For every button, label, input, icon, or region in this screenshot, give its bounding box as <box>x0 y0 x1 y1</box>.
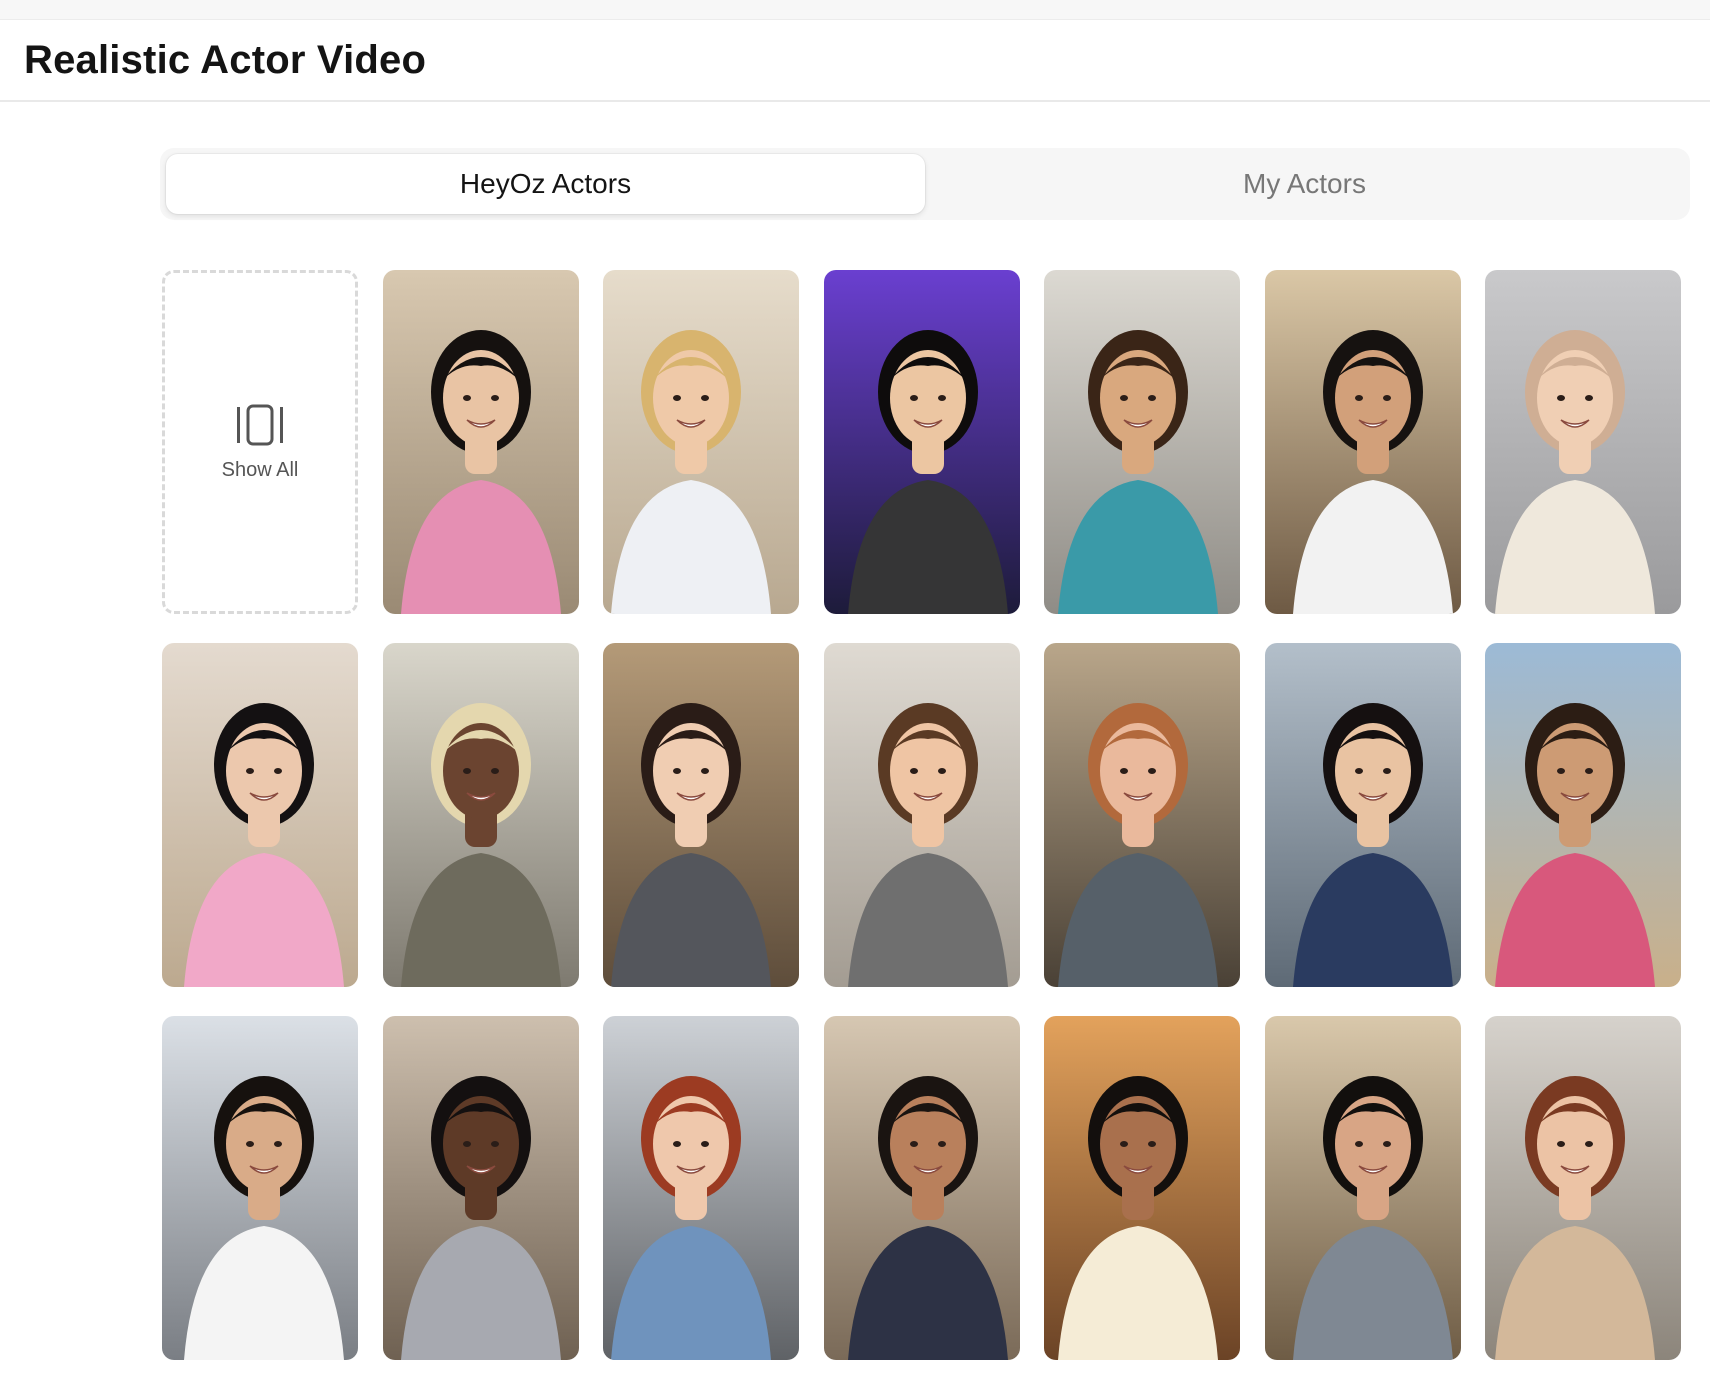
actor-tabs: HeyOz Actors My Actors <box>160 148 1690 220</box>
actor-card[interactable] <box>1044 643 1240 987</box>
show-all-button[interactable]: Show All <box>162 270 358 614</box>
page-title: Realistic Actor Video <box>24 37 427 82</box>
tab-heyoz-actors[interactable]: HeyOz Actors <box>166 154 925 214</box>
actor-card[interactable] <box>603 1016 799 1360</box>
actor-thumbnail <box>162 643 358 987</box>
actor-card[interactable] <box>162 643 358 987</box>
show-all-label: Show All <box>221 458 299 481</box>
actor-thumbnail <box>1264 643 1461 987</box>
actor-grid: Show All <box>162 270 1681 1360</box>
actor-card[interactable] <box>162 1016 358 1360</box>
actor-thumbnail <box>1264 1016 1461 1360</box>
actor-card[interactable] <box>1485 1016 1681 1360</box>
actor-thumbnail <box>1485 643 1681 987</box>
actor-card[interactable] <box>823 1016 1020 1360</box>
actor-thumbnail <box>162 1016 358 1360</box>
actor-card[interactable] <box>1044 1016 1240 1360</box>
actor-thumbnail <box>382 270 579 614</box>
actor-thumbnail <box>823 270 1020 614</box>
actor-card[interactable] <box>1485 643 1681 987</box>
actor-card[interactable] <box>1264 643 1461 987</box>
actor-card[interactable] <box>1264 270 1461 614</box>
page-header: Realistic Actor Video <box>0 20 1710 102</box>
actor-thumbnail <box>382 643 579 987</box>
actor-thumbnail <box>1264 270 1461 614</box>
top-strip <box>0 0 1710 20</box>
actor-thumbnail <box>1485 1016 1681 1360</box>
actor-thumbnail <box>382 1016 579 1360</box>
actor-thumbnail <box>603 643 799 987</box>
tab-my-actors[interactable]: My Actors <box>925 154 1684 214</box>
actor-thumbnail <box>603 1016 799 1360</box>
actor-thumbnail <box>823 1016 1020 1360</box>
carousel-icon <box>237 404 283 445</box>
actor-thumbnail <box>823 643 1020 987</box>
actor-card[interactable] <box>1264 1016 1461 1360</box>
actor-card[interactable] <box>603 270 799 614</box>
actor-card[interactable] <box>603 643 799 987</box>
actor-card[interactable] <box>823 270 1020 614</box>
actor-thumbnail <box>1044 1016 1240 1360</box>
actor-thumbnail <box>1044 643 1240 987</box>
actor-card[interactable] <box>823 643 1020 987</box>
actor-thumbnail <box>603 270 799 614</box>
actor-thumbnail <box>1485 270 1681 614</box>
actor-thumbnail <box>1044 270 1240 614</box>
actor-card[interactable] <box>382 643 579 987</box>
actor-card[interactable] <box>382 270 579 614</box>
actor-card[interactable] <box>1485 270 1681 614</box>
actor-card[interactable] <box>1044 270 1240 614</box>
actor-card[interactable] <box>382 1016 579 1360</box>
